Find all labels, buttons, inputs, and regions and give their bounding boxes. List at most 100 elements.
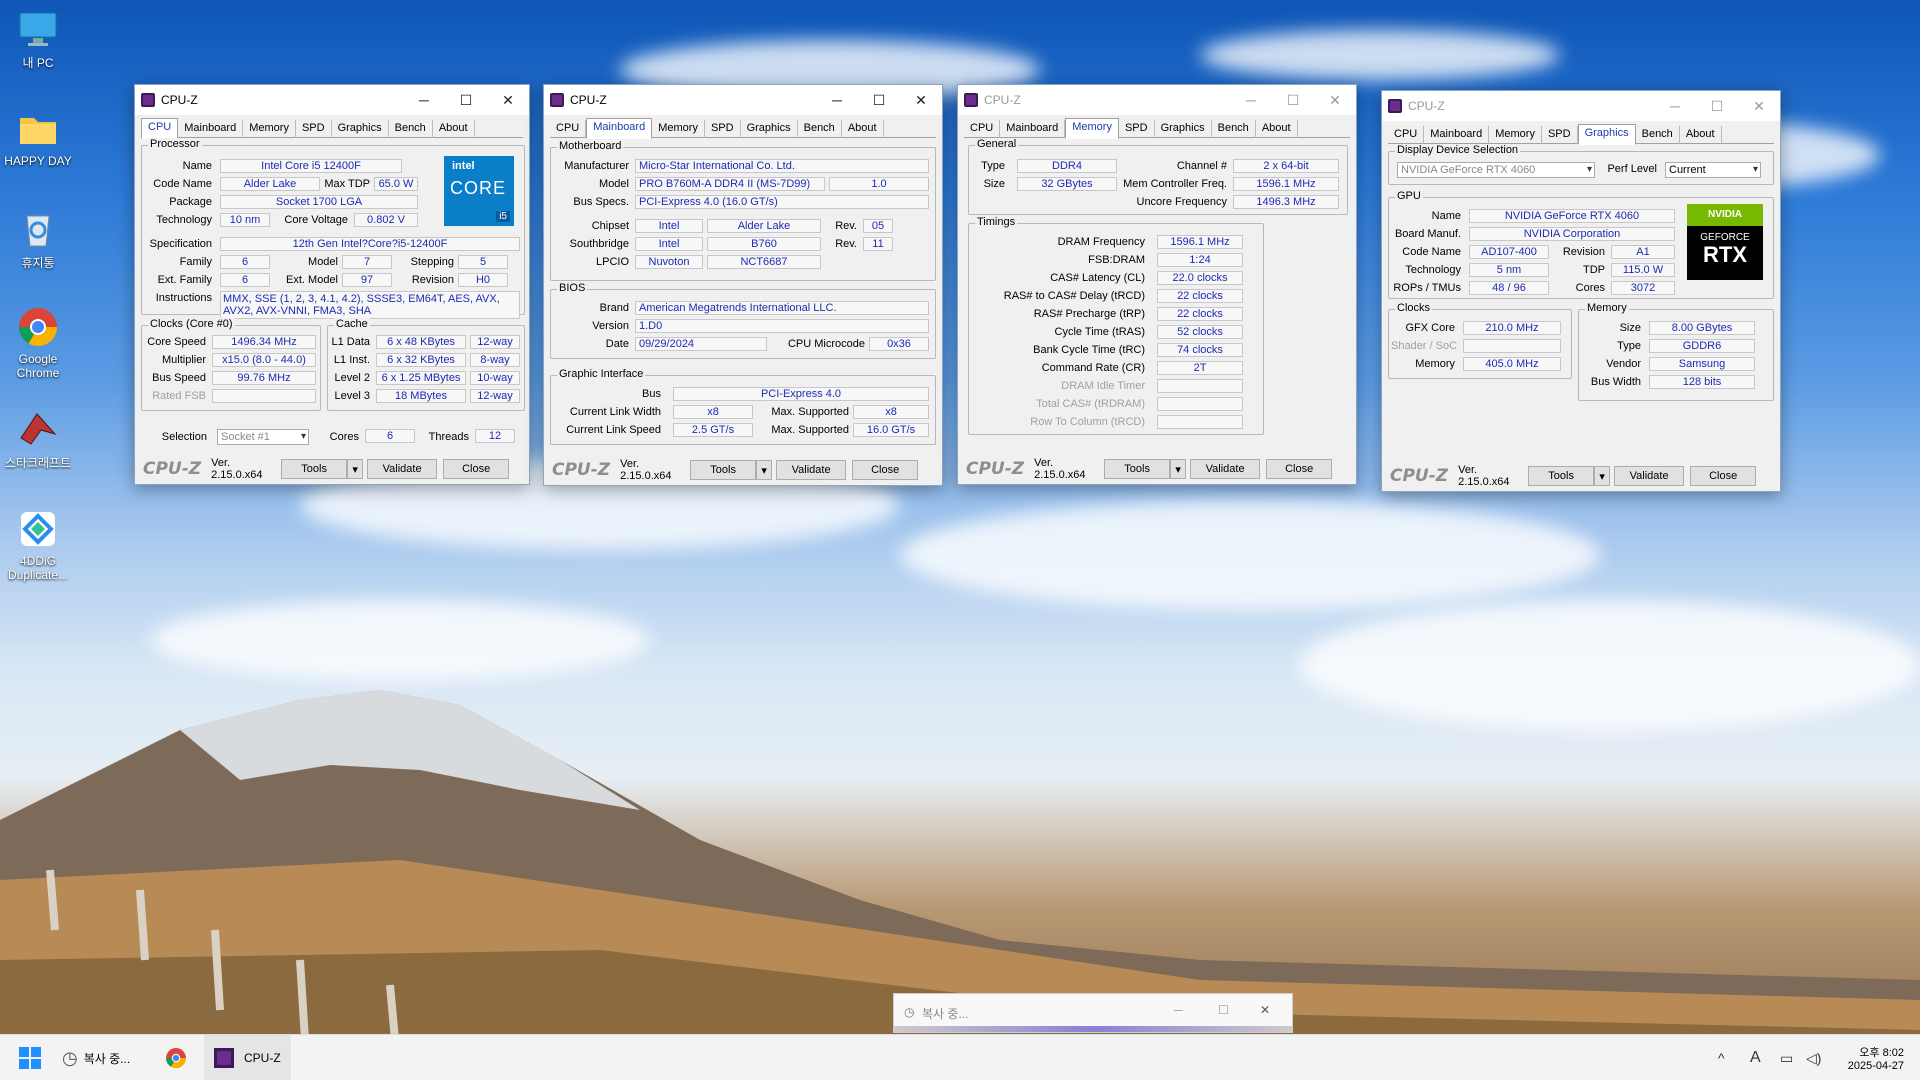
taskbar-item-copy[interactable]: ◷ 복사 중... (62, 1035, 130, 1080)
tab-about[interactable]: About (842, 120, 884, 138)
southbridge-rev-value: 11 (863, 237, 893, 251)
tab-memory[interactable]: Memory (1489, 126, 1542, 144)
tab-about[interactable]: About (1256, 120, 1298, 138)
tab-spd[interactable]: SPD (1542, 126, 1578, 144)
ime-indicator[interactable]: A (1750, 1035, 1761, 1080)
copy-progress-window[interactable]: ◷ 복사 중... ─ ☐ ✕ (893, 993, 1293, 1033)
chipset-model-value: Alder Lake (707, 219, 821, 233)
tools-dropdown-arrow[interactable]: ▾ (1170, 459, 1187, 479)
tab-cpu[interactable]: CPU (550, 120, 587, 138)
tab-cpu[interactable]: CPU (964, 120, 1001, 138)
close-window-button[interactable]: ✕ (487, 85, 529, 115)
minimize-button[interactable]: ─ (1174, 1003, 1183, 1017)
rated-fsb-value (212, 389, 316, 403)
system-clock[interactable]: 오후 8:02 2025-04-27 (1836, 1035, 1904, 1080)
tools-button[interactable]: Tools (1528, 466, 1595, 486)
display-device-select[interactable]: NVIDIA GeForce RTX 4060 (1397, 162, 1595, 178)
tab-spd[interactable]: SPD (705, 120, 741, 138)
version-label: Ver. 2.15.0.x64 (1458, 464, 1510, 488)
tab-mainboard[interactable]: Mainboard (1424, 126, 1490, 144)
tab-graphics[interactable]: Graphics (1577, 124, 1636, 145)
starcraft-icon (20, 413, 57, 445)
maximize-button[interactable]: ☐ (1218, 1003, 1229, 1017)
taskbar-item-cpuz[interactable]: CPU-Z (204, 1035, 291, 1080)
volume-icon[interactable]: ◁) (1806, 1035, 1821, 1080)
tab-memory[interactable]: Memory (1065, 118, 1119, 139)
graphic-interface-group: Graphic Interface Bus PCI-Express 4.0 Cu… (550, 368, 936, 445)
minimize-button[interactable]: ─ (403, 85, 445, 115)
cpuz-window-cpu[interactable]: CPU-Z ─ ☐ ✕ CPU Mainboard Memory SPD Graph… (134, 84, 530, 485)
validate-button[interactable]: Validate (367, 459, 438, 479)
close-window-button[interactable]: ✕ (1260, 1003, 1270, 1017)
tab-graphics[interactable]: Graphics (332, 120, 389, 138)
tab-bench[interactable]: Bench (798, 120, 842, 138)
network-icon[interactable]: ▭ (1780, 1035, 1793, 1080)
maximize-button[interactable]: ☐ (1272, 85, 1314, 115)
close-button[interactable]: Close (852, 460, 919, 480)
tab-bench[interactable]: Bench (1212, 120, 1256, 138)
title-bar[interactable]: CPU-Z ─ ☐ ✕ (544, 85, 942, 115)
minimize-button[interactable]: ─ (1230, 85, 1272, 115)
minimize-button[interactable]: ─ (816, 85, 858, 115)
validate-button[interactable]: Validate (1190, 459, 1261, 479)
title-bar[interactable]: CPU-Z ─ ☐ ✕ (958, 85, 1356, 115)
tools-button[interactable]: Tools (1104, 459, 1171, 479)
board-manuf-value: NVIDIA Corporation (1469, 227, 1675, 241)
taskbar-item-chrome[interactable] (165, 1035, 187, 1080)
window-footer: CPU-Z Ver. 2.15.0.x64 Tools ▾ Validate C… (544, 455, 942, 485)
show-hidden-icons-button[interactable]: ^ (1718, 1035, 1725, 1080)
desktop-icon-happy-day[interactable]: HAPPY DAY (0, 108, 76, 168)
tab-mainboard[interactable]: Mainboard (178, 120, 244, 138)
tools-dropdown-arrow[interactable]: ▾ (756, 460, 773, 480)
close-window-button[interactable]: ✕ (1738, 91, 1780, 121)
close-button[interactable]: Close (443, 459, 510, 479)
maximize-button[interactable]: ☐ (858, 85, 900, 115)
tab-bar: CPU Mainboard Memory SPD Graphics Bench … (550, 118, 936, 139)
tab-cpu[interactable]: CPU (1388, 126, 1425, 144)
tools-dropdown-arrow[interactable]: ▾ (347, 459, 364, 479)
tab-bench[interactable]: Bench (1636, 126, 1680, 144)
title-bar[interactable]: CPU-Z ─ ☐ ✕ (135, 85, 529, 115)
cores-label: Cores (329, 431, 359, 443)
validate-button[interactable]: Validate (776, 460, 847, 480)
close-button[interactable]: Close (1690, 466, 1757, 486)
tab-bench[interactable]: Bench (389, 120, 433, 138)
maximize-button[interactable]: ☐ (445, 85, 487, 115)
tab-spd[interactable]: SPD (1119, 120, 1155, 138)
tab-about[interactable]: About (1680, 126, 1722, 144)
vram-size-value: 8.00 GBytes (1649, 321, 1755, 335)
start-button[interactable] (18, 1035, 42, 1080)
cpuz-window-mainboard[interactable]: CPU-Z ─ ☐ ✕ CPU Mainboard Memory SPD Graph… (543, 84, 943, 486)
cpuz-window-graphics[interactable]: CPU-Z ─ ☐ ✕ CPU Mainboard Memory SPD Graph… (1381, 90, 1781, 492)
perf-level-select[interactable]: Current (1665, 162, 1761, 178)
tab-graphics[interactable]: Graphics (1155, 120, 1212, 138)
tab-about[interactable]: About (433, 120, 475, 138)
minimize-button[interactable]: ─ (1654, 91, 1696, 121)
tools-button[interactable]: Tools (281, 459, 348, 479)
package-value: Socket 1700 LGA (220, 195, 418, 209)
close-window-button[interactable]: ✕ (900, 85, 942, 115)
chipset-vendor-value: Intel (635, 219, 703, 233)
close-button[interactable]: Close (1266, 459, 1333, 479)
title-bar[interactable]: CPU-Z ─ ☐ ✕ (1382, 91, 1780, 121)
tab-mainboard[interactable]: Mainboard (1000, 120, 1066, 138)
tab-memory[interactable]: Memory (652, 120, 705, 138)
desktop-icon-recycle-bin[interactable]: 휴지통 (0, 208, 76, 271)
desktop-icon-chrome[interactable]: Google Chrome (0, 306, 76, 380)
desktop-icon-my-pc[interactable]: 내 PC (0, 8, 76, 71)
desktop-icon-label: 스타크래프트 (4, 456, 72, 470)
desktop-icon-starcraft[interactable]: 스타크래프트 (0, 408, 76, 471)
tab-graphics[interactable]: Graphics (741, 120, 798, 138)
tab-memory[interactable]: Memory (243, 120, 296, 138)
validate-button[interactable]: Validate (1614, 466, 1685, 486)
tools-dropdown-arrow[interactable]: ▾ (1594, 466, 1611, 486)
tab-mainboard[interactable]: Mainboard (586, 118, 653, 139)
cpuz-window-memory[interactable]: CPU-Z ─ ☐ ✕ CPU Mainboard Memory SPD Graph… (957, 84, 1357, 485)
tools-button[interactable]: Tools (690, 460, 757, 480)
socket-select[interactable]: Socket #1 (217, 429, 309, 445)
tab-cpu[interactable]: CPU (141, 118, 179, 139)
desktop-icon-4ddig[interactable]: 4DDiG Duplicate... (0, 508, 76, 582)
close-window-button[interactable]: ✕ (1314, 85, 1356, 115)
maximize-button[interactable]: ☐ (1696, 91, 1738, 121)
tab-spd[interactable]: SPD (296, 120, 332, 138)
